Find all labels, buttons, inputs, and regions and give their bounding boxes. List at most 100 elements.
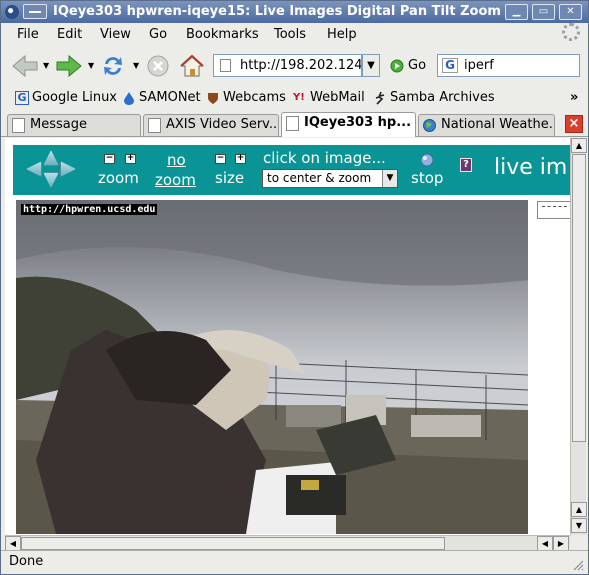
- bookmark-label: WebMail: [310, 90, 365, 105]
- url-dropdown-button[interactable]: ▼: [362, 54, 380, 77]
- bookmark-label: Google Linux: [32, 90, 118, 105]
- search-input[interactable]: G iperf: [437, 54, 580, 77]
- bookmark-webmail[interactable]: Y! WebMail: [293, 86, 365, 110]
- camera-image[interactable]: http://hpwren.ucsd.edu: [16, 200, 528, 534]
- tab-label: National Weathe...: [441, 117, 555, 132]
- app-icon[interactable]: [5, 5, 19, 19]
- click-on-image-label: click on image...: [263, 149, 386, 167]
- browser-window: IQeye303 hpwren-iqeye15: Live Images Dig…: [0, 0, 589, 575]
- tab-label: Message: [30, 117, 87, 132]
- yahoo-icon: Y!: [293, 92, 305, 103]
- no-zoom-link-line2[interactable]: zoom: [155, 171, 196, 189]
- scroll-up-button[interactable]: ▲: [571, 138, 587, 153]
- page-icon: [12, 118, 25, 133]
- drop-icon: [124, 92, 134, 105]
- scroll-up-small-button[interactable]: ▲: [571, 502, 587, 517]
- size-decrease-button[interactable]: −: [215, 154, 226, 164]
- tab-iqeye303[interactable]: IQeye303 hp...: [281, 112, 416, 137]
- page-content: − + zoom no zoom − + size click on image…: [5, 138, 571, 535]
- google-icon: G: [15, 91, 29, 105]
- window-menu-icon[interactable]: [23, 4, 47, 19]
- forward-dropdown-icon[interactable]: ▼: [88, 61, 94, 70]
- bookmark-google-linux[interactable]: G Google Linux: [15, 86, 117, 110]
- menu-view[interactable]: View: [100, 23, 131, 47]
- url-text: http://198.202.124.: [240, 58, 362, 73]
- back-dropdown-icon[interactable]: ▼: [43, 61, 49, 70]
- maximize-button[interactable]: ▭: [532, 4, 555, 20]
- scroll-left-small-button[interactable]: ◀: [537, 536, 553, 551]
- tab-axis-video[interactable]: AXIS Video Serv...: [143, 114, 279, 136]
- minimize-button[interactable]: ▁: [505, 4, 528, 20]
- status-bar: Done: [1, 550, 588, 574]
- scroll-right-button[interactable]: ▶: [553, 536, 569, 551]
- camera-control-bar: − + zoom no zoom − + size click on image…: [13, 145, 571, 195]
- window-title: IQeye303 hpwren-iqeye15: Live Images Dig…: [53, 4, 503, 19]
- reload-dropdown-icon[interactable]: ▼: [133, 61, 139, 70]
- menu-go[interactable]: Go: [149, 23, 167, 47]
- go-icon: [390, 59, 404, 73]
- vertical-scrollbar[interactable]: ▲ ▲ ▼: [570, 138, 587, 535]
- menu-bookmarks[interactable]: Bookmarks: [186, 23, 259, 47]
- tab-national-weather[interactable]: National Weathe...: [418, 114, 555, 136]
- tab-label: IQeye303 hp...: [304, 115, 412, 130]
- tilt-down-icon[interactable]: [43, 172, 59, 188]
- shield-icon: [208, 93, 218, 104]
- forward-icon[interactable]: [53, 53, 85, 79]
- side-panel-box: [537, 201, 571, 219]
- menu-edit[interactable]: Edit: [57, 23, 82, 47]
- help-icon[interactable]: ?: [460, 158, 472, 172]
- menu-bar: File Edit View Go Bookmarks Tools Help: [1, 23, 588, 47]
- close-button[interactable]: ✕: [559, 4, 582, 20]
- pan-left-icon[interactable]: [26, 161, 42, 177]
- reload-icon[interactable]: [99, 52, 127, 80]
- menu-help[interactable]: Help: [327, 23, 357, 47]
- bookmark-label: Samba Archives: [390, 90, 495, 105]
- menu-tools[interactable]: Tools: [274, 23, 306, 47]
- bookmark-samonet[interactable]: SAMONet: [122, 86, 201, 110]
- zoom-label: zoom: [98, 169, 139, 187]
- bookmarks-overflow-button[interactable]: »: [552, 86, 578, 110]
- page-icon: [286, 116, 299, 131]
- menu-file[interactable]: File: [17, 23, 39, 47]
- camera-scene: [16, 200, 528, 534]
- title-bar: IQeye303 hpwren-iqeye15: Live Images Dig…: [1, 1, 588, 23]
- globe-icon: [423, 119, 436, 132]
- bookmark-webcams[interactable]: Webcams: [206, 86, 286, 110]
- tab-bar: Message AXIS Video Serv... IQeye303 hp..…: [1, 111, 588, 137]
- back-icon[interactable]: [9, 53, 41, 79]
- horizontal-scrollbar[interactable]: ◀ ◀ ▶: [5, 535, 570, 551]
- google-search-icon[interactable]: G: [442, 58, 458, 73]
- zoom-in-button[interactable]: +: [125, 154, 136, 164]
- url-field[interactable]: http://198.202.124.: [213, 54, 362, 77]
- camera-url-overlay: http://hpwren.ucsd.edu: [21, 204, 158, 215]
- resize-grip-icon[interactable]: [570, 557, 584, 571]
- size-label: size: [215, 169, 245, 187]
- zoom-out-button[interactable]: −: [104, 154, 115, 164]
- throbber-icon: [562, 23, 580, 41]
- page-icon: [148, 118, 161, 133]
- size-increase-button[interactable]: +: [235, 154, 246, 164]
- horizontal-scroll-thumb[interactable]: [21, 537, 445, 550]
- go-label: Go: [408, 58, 427, 73]
- tab-label: AXIS Video Serv...: [166, 117, 279, 132]
- tab-message[interactable]: Message: [7, 114, 141, 136]
- bookmark-samba-archives[interactable]: Samba Archives: [373, 86, 495, 110]
- close-tab-button[interactable]: ×: [565, 115, 583, 133]
- stop-icon[interactable]: [146, 54, 170, 78]
- scroll-left-button[interactable]: ◀: [5, 536, 21, 551]
- pan-right-icon[interactable]: [60, 161, 76, 177]
- vertical-scroll-thumb[interactable]: [572, 154, 586, 442]
- click-action-value: to center & zoom: [267, 171, 372, 185]
- chevron-down-icon: ▼: [382, 170, 397, 187]
- page-icon: [220, 59, 231, 72]
- stop-label[interactable]: stop: [411, 169, 443, 187]
- bookmark-label: SAMONet: [139, 90, 201, 105]
- home-icon[interactable]: [179, 53, 205, 79]
- bookmarks-toolbar: G Google Linux SAMONet Webcams Y! WebMai…: [1, 86, 588, 110]
- go-button[interactable]: Go: [390, 56, 426, 76]
- click-action-select[interactable]: to center & zoom ▼: [262, 169, 398, 188]
- no-zoom-link-line1[interactable]: no: [167, 151, 186, 169]
- scroll-down-button[interactable]: ▼: [571, 518, 587, 533]
- tilt-up-icon[interactable]: [43, 150, 59, 166]
- stop-ball-icon[interactable]: [420, 153, 434, 167]
